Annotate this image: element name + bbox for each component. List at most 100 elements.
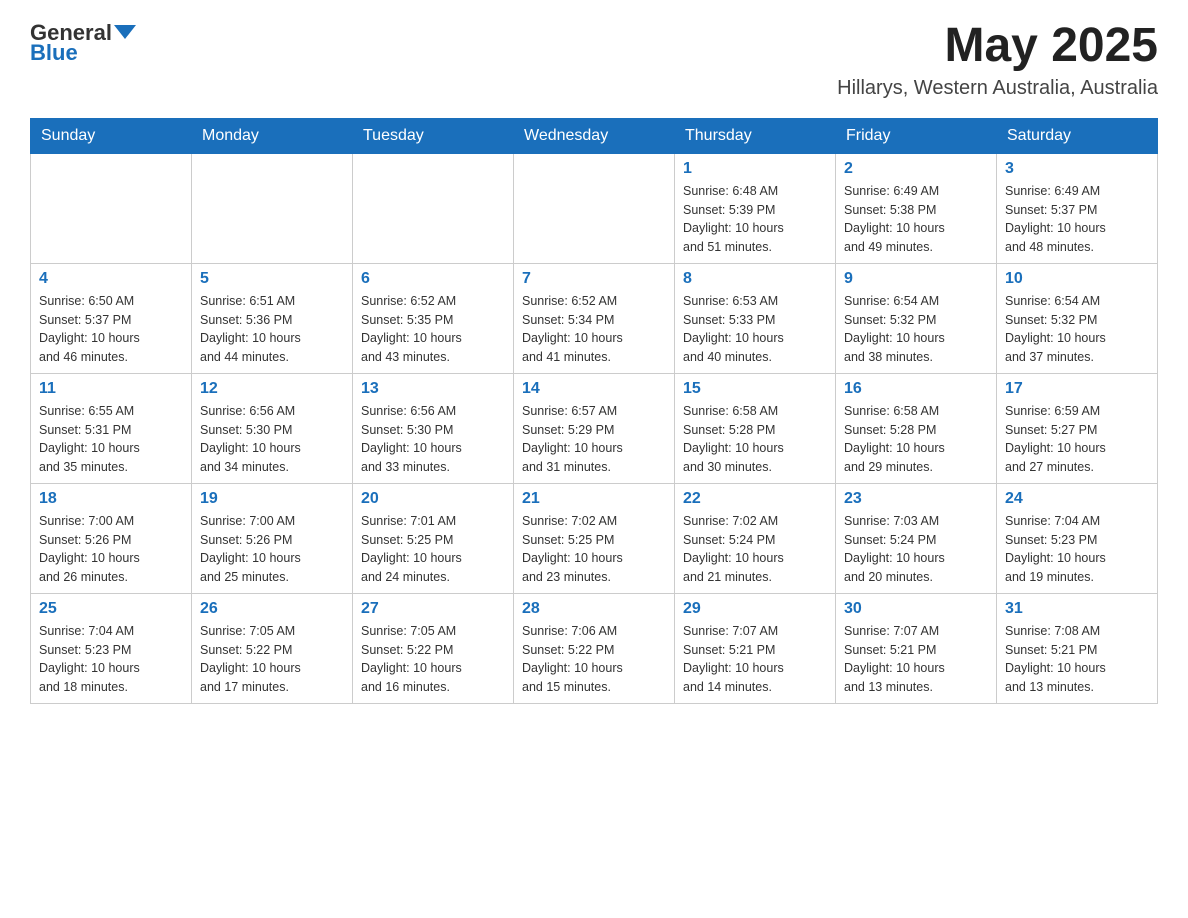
- day-number: 3: [1005, 160, 1149, 178]
- calendar-cell: 23 Sunrise: 7:03 AMSunset: 5:24 PMDayligh…: [836, 483, 997, 593]
- calendar-cell: [353, 153, 514, 263]
- calendar-cell: 6 Sunrise: 6:52 AMSunset: 5:35 PMDaylight…: [353, 263, 514, 373]
- week-row-5: 25 Sunrise: 7:04 AMSunset: 5:23 PMDayligh…: [31, 593, 1158, 703]
- week-row-3: 11 Sunrise: 6:55 AMSunset: 5:31 PMDayligh…: [31, 373, 1158, 483]
- day-info: Sunrise: 7:02 AMSunset: 5:24 PMDaylight:…: [683, 512, 827, 587]
- logo-text-blue: Blue: [30, 40, 78, 66]
- day-info: Sunrise: 6:53 AMSunset: 5:33 PMDaylight:…: [683, 292, 827, 367]
- day-info: Sunrise: 6:49 AMSunset: 5:38 PMDaylight:…: [844, 182, 988, 257]
- day-number: 22: [683, 490, 827, 508]
- day-info: Sunrise: 7:07 AMSunset: 5:21 PMDaylight:…: [844, 622, 988, 697]
- calendar-cell: 8 Sunrise: 6:53 AMSunset: 5:33 PMDaylight…: [675, 263, 836, 373]
- day-number: 25: [39, 600, 183, 618]
- col-tuesday: Tuesday: [353, 118, 514, 153]
- day-number: 2: [844, 160, 988, 178]
- day-number: 28: [522, 600, 666, 618]
- calendar-cell: 12Sunrise: 6:56 AMSunset: 5:30 PMDayligh…: [192, 373, 353, 483]
- day-number: 9: [844, 270, 988, 288]
- calendar-cell: 20 Sunrise: 7:01 AMSunset: 5:25 PMDayligh…: [353, 483, 514, 593]
- day-info: Sunrise: 6:51 AMSunset: 5:36 PMDaylight:…: [200, 292, 344, 367]
- week-row-4: 18 Sunrise: 7:00 AMSunset: 5:26 PMDayligh…: [31, 483, 1158, 593]
- calendar-cell: 18 Sunrise: 7:00 AMSunset: 5:26 PMDayligh…: [31, 483, 192, 593]
- day-number: 5: [200, 270, 344, 288]
- day-number: 15: [683, 380, 827, 398]
- day-info: Sunrise: 6:58 AMSunset: 5:28 PMDaylight:…: [844, 402, 988, 477]
- title-block: May 2025 Hillarys, Western Australia, Au…: [837, 20, 1158, 100]
- day-number: 21: [522, 490, 666, 508]
- calendar-cell: 21 Sunrise: 7:02 AMSunset: 5:25 PMDayligh…: [514, 483, 675, 593]
- calendar-cell: 11 Sunrise: 6:55 AMSunset: 5:31 PMDayligh…: [31, 373, 192, 483]
- day-info: Sunrise: 6:50 AMSunset: 5:37 PMDaylight:…: [39, 292, 183, 367]
- day-number: 13: [361, 380, 505, 398]
- calendar-cell: 22 Sunrise: 7:02 AMSunset: 5:24 PMDayligh…: [675, 483, 836, 593]
- day-info: Sunrise: 7:00 AMSunset: 5:26 PMDaylight:…: [200, 512, 344, 587]
- day-number: 23: [844, 490, 988, 508]
- day-info: Sunrise: 6:54 AMSunset: 5:32 PMDaylight:…: [844, 292, 988, 367]
- day-number: 24: [1005, 490, 1149, 508]
- calendar-cell: [31, 153, 192, 263]
- calendar-cell: 24 Sunrise: 7:04 AMSunset: 5:23 PMDayligh…: [997, 483, 1158, 593]
- col-thursday: Thursday: [675, 118, 836, 153]
- day-info: Sunrise: 6:48 AMSunset: 5:39 PMDaylight:…: [683, 182, 827, 257]
- location-subtitle: Hillarys, Western Australia, Australia: [837, 77, 1158, 100]
- day-info: Sunrise: 7:06 AMSunset: 5:22 PMDaylight:…: [522, 622, 666, 697]
- day-number: 27: [361, 600, 505, 618]
- calendar-cell: 15 Sunrise: 6:58 AMSunset: 5:28 PMDayligh…: [675, 373, 836, 483]
- day-info: Sunrise: 6:54 AMSunset: 5:32 PMDaylight:…: [1005, 292, 1149, 367]
- calendar-cell: 5 Sunrise: 6:51 AMSunset: 5:36 PMDaylight…: [192, 263, 353, 373]
- calendar-cell: 30 Sunrise: 7:07 AMSunset: 5:21 PMDayligh…: [836, 593, 997, 703]
- calendar-cell: 13 Sunrise: 6:56 AMSunset: 5:30 PMDayligh…: [353, 373, 514, 483]
- day-info: Sunrise: 6:58 AMSunset: 5:28 PMDaylight:…: [683, 402, 827, 477]
- week-row-1: 1 Sunrise: 6:48 AMSunset: 5:39 PMDaylight…: [31, 153, 1158, 263]
- calendar-cell: [514, 153, 675, 263]
- logo-arrow-icon: [114, 21, 136, 43]
- col-monday: Monday: [192, 118, 353, 153]
- day-info: Sunrise: 7:00 AMSunset: 5:26 PMDaylight:…: [39, 512, 183, 587]
- day-info: Sunrise: 6:52 AMSunset: 5:34 PMDaylight:…: [522, 292, 666, 367]
- calendar-cell: 7Sunrise: 6:52 AMSunset: 5:34 PMDaylight…: [514, 263, 675, 373]
- calendar-cell: 25 Sunrise: 7:04 AMSunset: 5:23 PMDayligh…: [31, 593, 192, 703]
- day-info: Sunrise: 7:02 AMSunset: 5:25 PMDaylight:…: [522, 512, 666, 587]
- day-number: 30: [844, 600, 988, 618]
- col-friday: Friday: [836, 118, 997, 153]
- calendar-cell: 27 Sunrise: 7:05 AMSunset: 5:22 PMDayligh…: [353, 593, 514, 703]
- day-number: 8: [683, 270, 827, 288]
- day-info: Sunrise: 6:55 AMSunset: 5:31 PMDaylight:…: [39, 402, 183, 477]
- day-info: Sunrise: 6:56 AMSunset: 5:30 PMDaylight:…: [361, 402, 505, 477]
- calendar-cell: 29Sunrise: 7:07 AMSunset: 5:21 PMDayligh…: [675, 593, 836, 703]
- day-number: 17: [1005, 380, 1149, 398]
- day-number: 11: [39, 380, 183, 398]
- calendar-cell: [192, 153, 353, 263]
- day-info: Sunrise: 7:01 AMSunset: 5:25 PMDaylight:…: [361, 512, 505, 587]
- calendar-cell: 3Sunrise: 6:49 AMSunset: 5:37 PMDaylight…: [997, 153, 1158, 263]
- col-saturday: Saturday: [997, 118, 1158, 153]
- day-info: Sunrise: 6:56 AMSunset: 5:30 PMDaylight:…: [200, 402, 344, 477]
- calendar-table: Sunday Monday Tuesday Wednesday Thursday…: [30, 118, 1158, 704]
- day-info: Sunrise: 7:05 AMSunset: 5:22 PMDaylight:…: [200, 622, 344, 697]
- day-number: 18: [39, 490, 183, 508]
- day-info: Sunrise: 7:03 AMSunset: 5:24 PMDaylight:…: [844, 512, 988, 587]
- day-number: 4: [39, 270, 183, 288]
- day-number: 6: [361, 270, 505, 288]
- day-info: Sunrise: 7:05 AMSunset: 5:22 PMDaylight:…: [361, 622, 505, 697]
- day-info: Sunrise: 6:59 AMSunset: 5:27 PMDaylight:…: [1005, 402, 1149, 477]
- col-sunday: Sunday: [31, 118, 192, 153]
- calendar-cell: 19Sunrise: 7:00 AMSunset: 5:26 PMDayligh…: [192, 483, 353, 593]
- logo: General Blue: [30, 20, 136, 66]
- calendar-cell: 9 Sunrise: 6:54 AMSunset: 5:32 PMDaylight…: [836, 263, 997, 373]
- day-number: 20: [361, 490, 505, 508]
- calendar-cell: 17 Sunrise: 6:59 AMSunset: 5:27 PMDayligh…: [997, 373, 1158, 483]
- day-info: Sunrise: 6:52 AMSunset: 5:35 PMDaylight:…: [361, 292, 505, 367]
- day-number: 1: [683, 160, 827, 178]
- day-info: Sunrise: 6:57 AMSunset: 5:29 PMDaylight:…: [522, 402, 666, 477]
- day-info: Sunrise: 7:04 AMSunset: 5:23 PMDaylight:…: [39, 622, 183, 697]
- day-number: 31: [1005, 600, 1149, 618]
- calendar-cell: 10 Sunrise: 6:54 AMSunset: 5:32 PMDayligh…: [997, 263, 1158, 373]
- month-year-title: May 2025: [837, 20, 1158, 73]
- calendar-header-row: Sunday Monday Tuesday Wednesday Thursday…: [31, 118, 1158, 153]
- day-number: 10: [1005, 270, 1149, 288]
- day-info: Sunrise: 7:07 AMSunset: 5:21 PMDaylight:…: [683, 622, 827, 697]
- day-info: Sunrise: 7:04 AMSunset: 5:23 PMDaylight:…: [1005, 512, 1149, 587]
- calendar-cell: 4 Sunrise: 6:50 AMSunset: 5:37 PMDaylight…: [31, 263, 192, 373]
- calendar-cell: 28 Sunrise: 7:06 AMSunset: 5:22 PMDayligh…: [514, 593, 675, 703]
